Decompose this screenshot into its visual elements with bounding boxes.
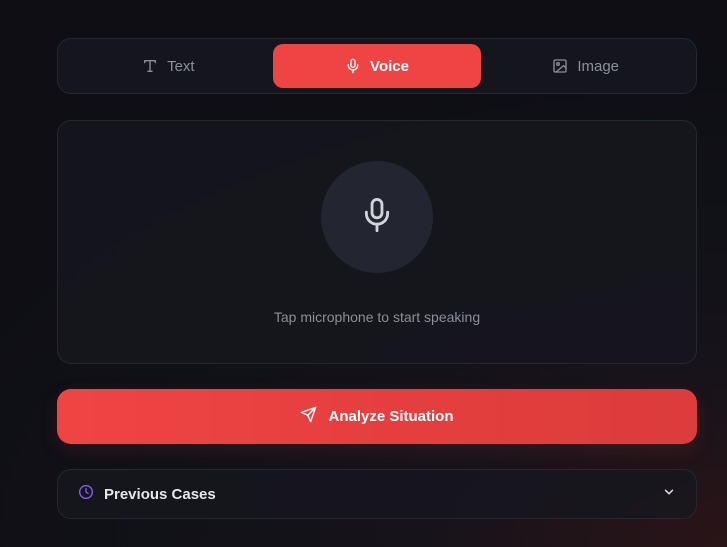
tab-voice[interactable]: Voice (272, 44, 482, 88)
send-icon (300, 406, 317, 427)
tab-image[interactable]: Image (481, 44, 690, 88)
analyze-button[interactable]: Analyze Situation (57, 389, 697, 444)
chevron-down-icon (662, 485, 676, 504)
record-button[interactable] (321, 161, 433, 273)
voice-input-card: Tap microphone to start speaking (57, 120, 697, 364)
text-icon (142, 58, 158, 74)
image-icon (552, 58, 568, 74)
analyze-button-label: Analyze Situation (328, 408, 454, 425)
tab-text-label: Text (167, 57, 195, 75)
tab-image-label: Image (577, 57, 620, 75)
tab-voice-label: Voice (370, 57, 409, 75)
clock-icon (78, 484, 94, 505)
microphone-icon (345, 58, 361, 74)
input-mode-tabs: Text Voice Image (57, 38, 697, 94)
previous-cases-label: Previous Cases (104, 485, 216, 503)
previous-cases-toggle[interactable]: Previous Cases (57, 469, 697, 519)
analysis-panel: Text Voice Image Tap microphone to start… (57, 38, 697, 519)
voice-hint: Tap microphone to start speaking (273, 309, 481, 325)
tab-text[interactable]: Text (64, 44, 273, 88)
microphone-icon (360, 196, 394, 239)
